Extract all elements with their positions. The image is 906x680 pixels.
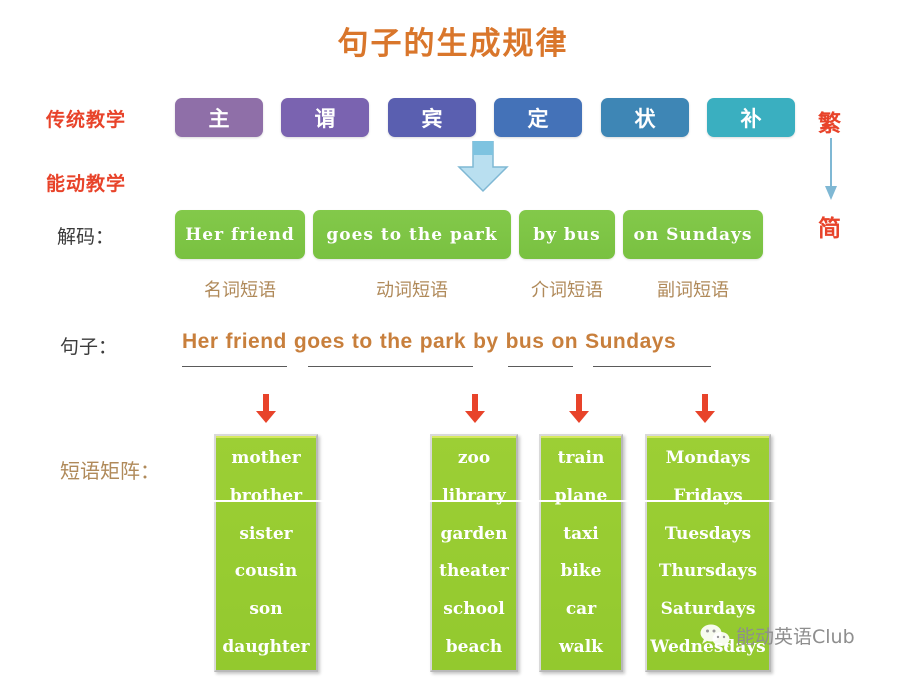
watermark: 能动英语Club: [700, 622, 855, 649]
sentence-word: friend: [225, 330, 287, 353]
matrix-word: Mondays: [665, 448, 751, 469]
sentence-word: Her: [182, 330, 219, 353]
decode-chunk-1: goes to the park: [313, 210, 511, 259]
grammar-term-label: 主: [208, 106, 230, 131]
sentence-word: goes: [293, 330, 345, 353]
label-phrase-matrix: 短语矩阵：: [60, 459, 160, 483]
matrix-word: zoo: [457, 448, 491, 469]
sentence-underline-3: [593, 366, 711, 367]
matrix-word: taxi: [563, 523, 599, 544]
label-simple: 简: [818, 216, 841, 242]
slide-canvas: 句子的生成规律 传统教学 能动教学 主 谓 宾 定 状 补 繁 简 解码： Her fri…: [0, 0, 906, 680]
decode-chunk-0: Her friend: [175, 210, 305, 259]
sentence-underline-0: [182, 366, 287, 367]
matrix-down-arrow-icon-0: [256, 394, 276, 423]
matrix-column-transport-nouns: train plane taxi bike car walk: [539, 434, 623, 672]
label-complex: 繁: [818, 111, 841, 137]
phrase-type-label-1: 动词短语: [376, 280, 448, 301]
grammar-term-box-5: 补: [707, 98, 795, 137]
matrix-word: sister: [239, 523, 293, 544]
matrix-word: bike: [560, 561, 602, 582]
matrix-down-arrow-icon-1: [465, 394, 485, 423]
matrix-word: cousin: [234, 561, 298, 582]
matrix-word: plane: [554, 485, 608, 506]
grammar-term-label: 宾: [421, 106, 443, 131]
matrix-word: Thursdays: [658, 561, 758, 582]
matrix-word: mother: [231, 448, 301, 469]
full-sentence: Her friend goes to the park by bus on Sundays: [182, 330, 683, 354]
matrix-column-noun-phrases: mother brother sister cousin son daughter: [214, 434, 318, 672]
grammar-term-label: 补: [740, 106, 762, 131]
decode-chunk-text: goes to the park: [326, 224, 498, 245]
grammar-term-box-1: 谓: [281, 98, 369, 137]
matrix-word: Tuesdays: [664, 523, 752, 544]
matrix-column-place-nouns: zoo library garden theater school beach: [430, 434, 518, 672]
matrix-word: train: [557, 448, 605, 469]
matrix-word: theater: [439, 561, 509, 582]
sentence-word: park: [419, 330, 467, 353]
sentence-underline-2: [508, 366, 573, 367]
transform-down-arrow-icon: [457, 141, 509, 193]
wechat-icon: [700, 624, 730, 647]
phrase-type-label-0: 名词短语: [204, 280, 276, 301]
decode-chunk-2: by bus: [519, 210, 615, 259]
sentence-underline-1: [308, 366, 473, 367]
label-dynamic-teaching: 能动教学: [46, 173, 127, 195]
matrix-word: garden: [440, 523, 508, 544]
decode-chunk-text: Her friend: [185, 224, 295, 245]
grammar-term-label: 谓: [314, 106, 336, 131]
matrix-horizontal-divider: [0, 500, 906, 502]
phrase-type-label-2: 介词短语: [531, 280, 603, 301]
grammar-term-box-4: 状: [601, 98, 689, 137]
sentence-word: by: [473, 330, 499, 353]
grammar-term-box-0: 主: [175, 98, 263, 137]
page-title: 句子的生成规律: [337, 26, 569, 62]
sentence-word: the: [379, 330, 413, 353]
label-decode: 解码：: [57, 226, 115, 248]
matrix-word: car: [565, 598, 597, 619]
matrix-down-arrow-icon-3: [695, 394, 715, 423]
grammar-term-box-2: 宾: [388, 98, 476, 137]
watermark-text: 能动英语Club: [736, 626, 855, 648]
matrix-word: daughter: [222, 636, 310, 657]
phrase-type-label-3: 副词短语: [657, 280, 729, 301]
matrix-word: library: [442, 485, 506, 506]
decode-chunk-text: by bus: [533, 224, 601, 245]
matrix-word: beach: [445, 636, 503, 657]
matrix-word: son: [249, 598, 283, 619]
label-sentence: 句子：: [60, 336, 118, 358]
matrix-word: brother: [229, 485, 303, 506]
decode-chunk-3: on Sundays: [623, 210, 763, 259]
sentence-word: on: [551, 330, 579, 353]
sentence-word: bus: [505, 330, 545, 353]
sentence-word: Sundays: [585, 330, 677, 353]
label-traditional-teaching: 传统教学: [46, 109, 127, 131]
decode-chunk-text: on Sundays: [633, 224, 753, 245]
matrix-word: walk: [559, 636, 603, 657]
matrix-word: Saturdays: [660, 598, 756, 619]
complex-to-simple-arrow-icon: [825, 138, 837, 200]
matrix-down-arrow-icon-2: [569, 394, 589, 423]
matrix-word: school: [443, 598, 505, 619]
matrix-word: Fridays: [673, 485, 743, 506]
grammar-term-label: 定: [527, 106, 549, 131]
grammar-term-label: 状: [634, 106, 656, 131]
sentence-word: to: [351, 330, 373, 353]
grammar-term-box-3: 定: [494, 98, 582, 137]
